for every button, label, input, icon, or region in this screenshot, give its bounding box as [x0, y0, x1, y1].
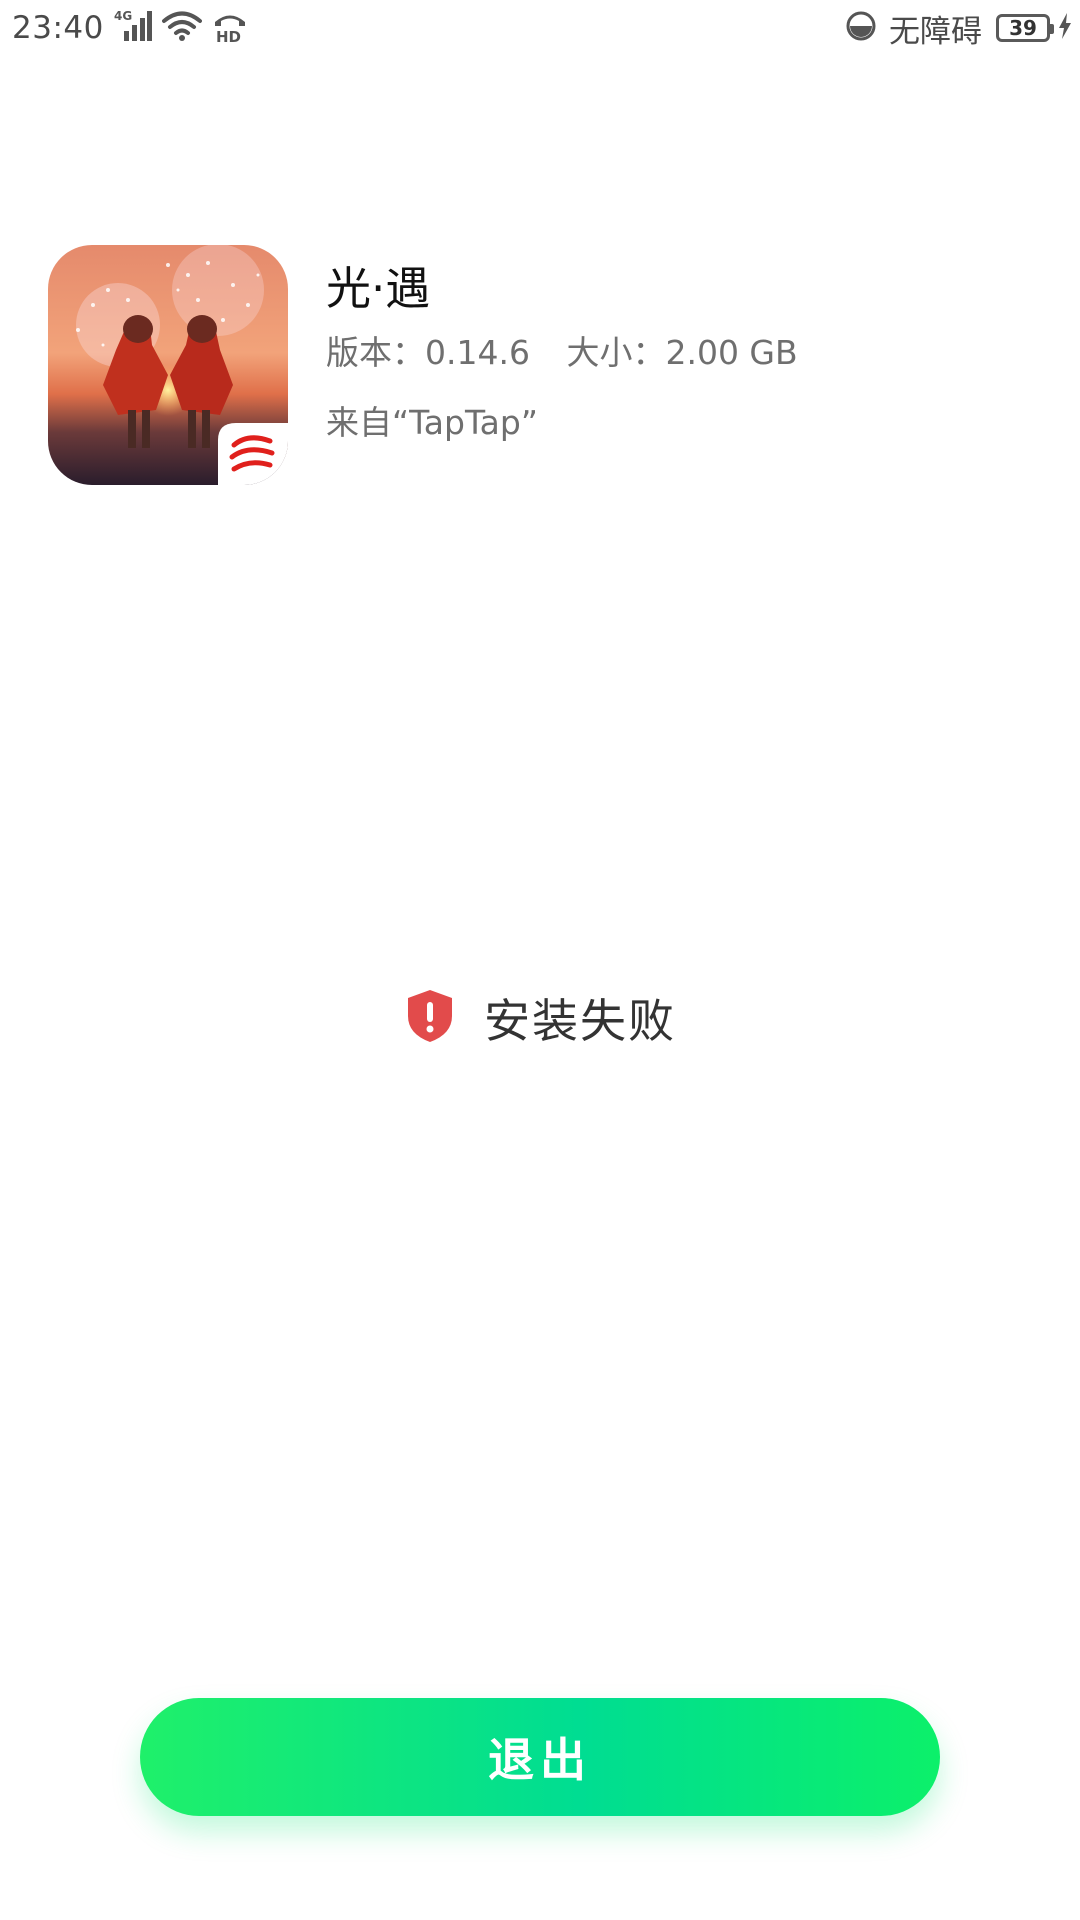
install-failed-message: 安装失败 [484, 994, 676, 1048]
status-time: 23:40 [12, 10, 104, 46]
app-info: 光·遇 版本：0.14.6 大小：2.00 GB 来自“TapTap” [48, 245, 798, 485]
exit-button[interactable]: 退出 [140, 1698, 940, 1816]
accessibility-label[interactable]: 无障碍 [889, 6, 982, 51]
app-detail: 版本：0.14.6 大小：2.00 GB [326, 331, 798, 375]
signal-icon: 4G [114, 9, 152, 47]
sky-game-icon [48, 245, 288, 485]
accessibility-icon[interactable] [845, 10, 877, 46]
app-source: 来自“TapTap” [326, 403, 538, 442]
battery-level: 39 [1009, 16, 1037, 40]
shield-alert-icon [404, 988, 456, 1048]
app-size: 大小：2.00 GB [566, 333, 798, 372]
app-version: 版本：0.14.6 [326, 333, 530, 372]
install-result: 安装失败 [0, 985, 1080, 1051]
wifi-icon [161, 10, 202, 46]
app-name: 光·遇 [326, 262, 431, 315]
svg-text:HD: HD [216, 28, 241, 43]
status-right: 无障碍 39 [845, 6, 1072, 51]
svg-text:4G: 4G [114, 9, 132, 23]
battery-icon: 39 [996, 14, 1054, 42]
charging-icon [1058, 13, 1072, 43]
status-bar: 23:40 4G HD 无障碍 39 [0, 0, 1080, 60]
status-left: 23:40 4G HD [12, 8, 248, 48]
hd-call-icon: HD [212, 9, 248, 47]
app-meta: 光·遇 版本：0.14.6 大小：2.00 GB 来自“TapTap” [326, 245, 798, 485]
installer-screen: 23:40 4G HD 无障碍 39 光·遇 版本：0.14.6 大小：2.00… [0, 0, 1080, 1920]
